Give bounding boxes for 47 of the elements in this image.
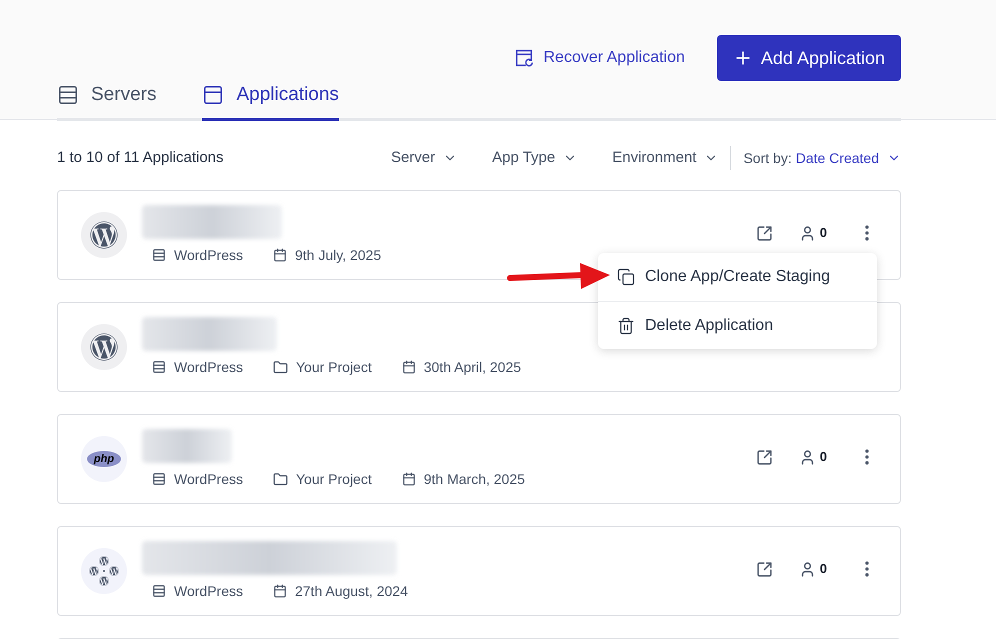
recover-application-link[interactable]: Recover Application [513,46,685,70]
app-type: WordPress [174,246,243,264]
copy-icon [617,268,635,286]
add-application-button[interactable]: Add Application [716,35,901,81]
application-card[interactable]: WordPress 27th August, 2024 0 [57,526,901,616]
wordpress-logo-icon [90,333,118,361]
calendar-icon [272,584,287,598]
folder-icon [272,360,288,374]
server-icon [57,84,79,106]
menu-item[interactable]: Delete Application [598,301,877,349]
tab[interactable]: Servers [57,81,156,120]
external-link-icon[interactable] [756,560,773,578]
app-type: WordPress [174,470,243,488]
project-name: Your Project [296,358,372,377]
filter-dropdown[interactable]: Server [390,146,458,170]
filter-dropdown[interactable]: App Type [492,146,578,170]
trash-icon [617,316,635,334]
external-link-icon[interactable] [756,448,773,466]
app-type: WordPress [174,582,243,600]
php-logo: php [86,451,122,467]
recover-icon [513,47,536,69]
created-date: 9th March, 2025 [424,470,525,488]
app-type-icon [152,248,166,262]
folder-icon [272,472,288,486]
user-count: 0 [820,560,827,578]
results-count: 1 to 10 of 11 Applications [57,148,224,168]
calendar-icon [402,360,416,374]
calendar-icon [402,472,416,486]
project-name: Your Project [296,470,372,489]
window-icon [202,84,224,106]
app-type-icon [152,472,166,486]
external-link-icon[interactable] [756,224,773,242]
created-date: 27th August, 2024 [294,582,408,601]
user-count: 0 [820,448,827,466]
created-date: 9th July, 2025 [294,246,382,265]
calendar-icon [272,248,287,262]
application-card[interactable]: php WordPress Your Project 9th March, 2025 0 [57,414,901,504]
tab[interactable]: Applications [202,81,339,120]
filter-dropdown[interactable]: Environment [612,146,718,170]
multisite-logo-icon [89,556,119,586]
sort-dropdown[interactable]: Sort by: Date Created [743,148,901,168]
wordpress-logo-icon [90,221,118,249]
app-type-icon [152,360,166,374]
user-count: 0 [820,224,827,242]
app-type-icon [152,584,166,598]
created-date: 30th April, 2025 [424,358,522,377]
app-type: WordPress [174,358,243,376]
